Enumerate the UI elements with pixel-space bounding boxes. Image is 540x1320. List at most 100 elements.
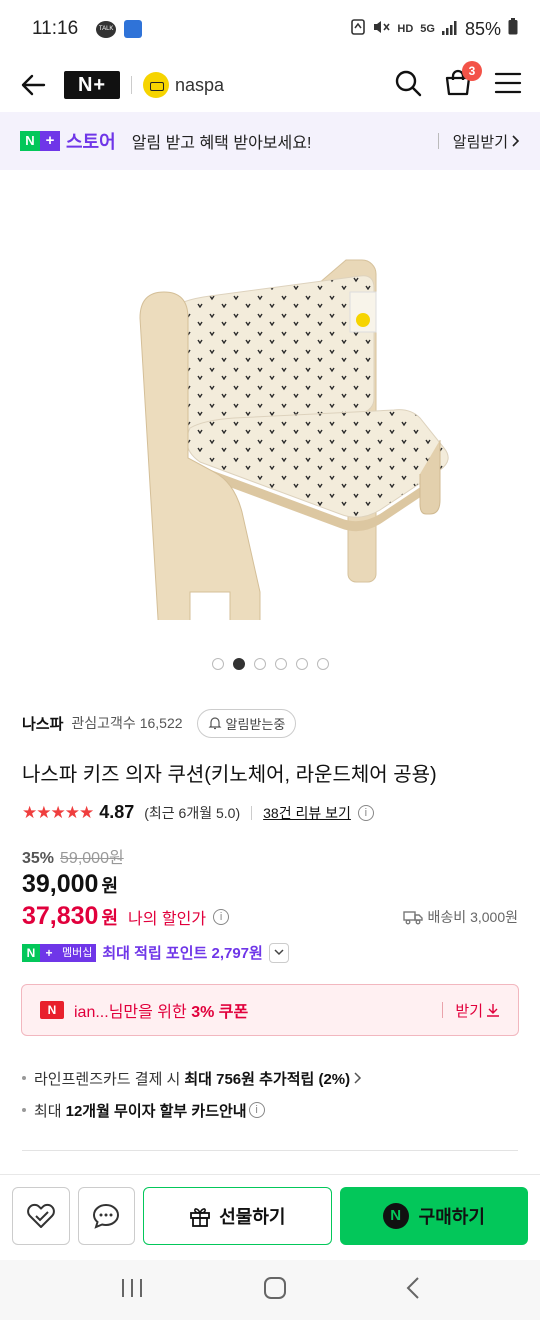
seller-row: 나스파 관심고객수 16,522 알림받는중 (22, 708, 518, 738)
max-points: 최대 적립 포인트 2,797원 (102, 945, 263, 962)
network-type-icon: 5G (420, 23, 435, 35)
rating-stars: ★★★★★ (22, 802, 94, 822)
buy-button[interactable]: N 구매하기 (339, 1186, 529, 1245)
search-icon (395, 70, 422, 96)
pagination-dot[interactable] (211, 658, 224, 670)
sync-icon (351, 18, 366, 40)
benefit-highlight: 12개월 무이자 할부 카드안내 (65, 1102, 247, 1120)
cart-count-badge: 3 (462, 60, 482, 81)
gift-button[interactable]: 선물하기 (143, 1186, 332, 1245)
signal-icon (441, 19, 458, 40)
coupon-highlight: 3% 쿠폰 (191, 1004, 249, 1021)
discount-percent: 35% (22, 850, 55, 867)
gift-icon (190, 1207, 211, 1227)
back-button[interactable] (18, 70, 48, 100)
kids-chair-image (139, 259, 449, 620)
hamburger-menu-icon (494, 72, 522, 93)
subscribe-alert-button[interactable]: 알림받기 (453, 131, 520, 152)
alert-subscribed-chip[interactable]: 알림받는중 (196, 708, 297, 738)
recent-apps-icon (121, 1278, 142, 1297)
nplus-store-badge: N + 스토어 (20, 128, 116, 154)
benefit-text: 최대 (34, 1102, 62, 1120)
wishlist-button[interactable] (12, 1186, 70, 1245)
app-notification-icon (124, 20, 143, 38)
subscribe-alert-label: 알림받기 (452, 133, 508, 151)
talk-notification-icon: TALK (96, 20, 117, 38)
rating-row: ★★★★★ 4.87 (최근 6개월 5.0) 38건 리뷰 보기 i (22, 802, 374, 823)
download-coupon-button[interactable]: 받기 (455, 1000, 500, 1021)
store-word: 스토어 (66, 132, 116, 152)
original-price: 59,000원 (60, 850, 124, 867)
banner-text: 알림 받고 혜택 받아보세요! (131, 135, 312, 152)
nplus-membership-badge: N + 멤버십 (22, 943, 97, 962)
rating-value: 4.87 (99, 802, 135, 822)
store-alert-banner: N + 스토어 알림 받고 혜택 받아보세요! 알림받기 (0, 112, 540, 170)
benefit-installment[interactable]: 최대 12개월 무이자 할부 카드안내 i (22, 1094, 362, 1126)
brand-name: naspa (175, 74, 225, 95)
download-icon (487, 1004, 499, 1017)
pagination-dot[interactable] (232, 658, 245, 670)
pagination-dot[interactable] (316, 658, 329, 670)
shipping-fee: 배송비 3,000원 (402, 907, 518, 927)
benefit-card-points[interactable]: 라인프렌즈카드 결제 시 최대 756원 추가적립 (2%) (22, 1062, 362, 1094)
coupon-banner[interactable]: N ian...님만을 위한 3% 쿠폰 받기 (21, 984, 519, 1036)
nplus-logo[interactable]: N+ (64, 71, 120, 99)
sale-price-unit: 원 (101, 876, 119, 896)
coupon-prefix: ian...님만을 위한 (74, 1004, 192, 1021)
truck-icon (402, 910, 423, 924)
coupon-divider (442, 1002, 444, 1018)
chat-bubble-icon (93, 1203, 120, 1229)
brand-logo[interactable]: naspa (143, 72, 224, 98)
benefits-list: 라인프렌즈카드 결제 시 최대 756원 추가적립 (2%) 최대 12개월 무… (22, 1062, 362, 1126)
info-icon[interactable]: i (248, 1102, 265, 1118)
battery-percent: 85% (464, 18, 501, 39)
gift-label: 선물하기 (219, 1206, 286, 1227)
top-nav: N+ naspa 3 (0, 58, 540, 112)
benefit-highlight: 최대 756원 추가적립 (2%) (184, 1070, 351, 1088)
bell-icon (208, 717, 221, 730)
logo-divider (131, 76, 132, 94)
seller-name[interactable]: 나스파 (22, 713, 63, 734)
alert-chip-label: 알림받는중 (225, 716, 286, 732)
chevron-right-icon (512, 135, 520, 147)
hd-voice-icon: HD (397, 23, 414, 35)
follower-count: 관심고객수 16,522 (71, 715, 183, 731)
sale-price: 39,000 (22, 870, 99, 898)
search-button[interactable] (394, 69, 422, 102)
my-discount-label: 나의 할인가 (128, 910, 207, 928)
purchase-action-bar: 선물하기 N 구매하기 (0, 1174, 540, 1256)
brand-emblem-icon (143, 72, 169, 98)
discount-row: 35% 59,000원 (22, 844, 124, 868)
buy-label: 구매하기 (418, 1206, 485, 1227)
info-icon[interactable]: i (357, 804, 374, 821)
pagination-dot[interactable] (295, 658, 308, 670)
section-divider (22, 1150, 518, 1151)
talk-talk-button[interactable] (77, 1186, 136, 1245)
system-back-icon (406, 1276, 420, 1299)
clock: 11:16 (32, 18, 79, 39)
price-row: 39,000 원 (22, 870, 118, 899)
product-title: 나스파 키즈 의자 쿠션(키노체어, 라운드체어 공용) (22, 764, 437, 786)
my-discount-price-unit: 원 (101, 907, 119, 928)
chevron-down-icon (274, 949, 284, 956)
menu-button[interactable] (494, 71, 522, 100)
product-image[interactable] (0, 170, 540, 650)
pagination-dot[interactable] (274, 658, 287, 670)
my-discount-price: 37,830 (22, 902, 99, 930)
reviews-link[interactable]: 38건 리뷰 보기 (263, 803, 351, 823)
home-button[interactable] (263, 1276, 287, 1305)
system-navigation-bar (0, 1260, 540, 1320)
pagination-dot[interactable] (253, 658, 266, 670)
bullet (22, 1108, 26, 1112)
shipping-fee-label: 배송비 3,000원 (427, 908, 518, 925)
battery-icon (508, 18, 518, 40)
cart-button[interactable]: 3 (444, 60, 482, 102)
recent-rating: (최근 6개월 5.0) (144, 804, 241, 821)
info-icon[interactable]: i (213, 908, 230, 925)
points-expand-button[interactable] (268, 942, 289, 963)
recent-apps-button[interactable] (120, 1277, 144, 1304)
my-price-row: 37,830 원 나의 할인가 i 배송비 3,000원 (22, 902, 518, 931)
coupon-text: ian...님만을 위한 3% 쿠폰 (74, 998, 248, 1022)
system-back-button[interactable] (406, 1276, 420, 1305)
heart-check-icon (26, 1203, 55, 1228)
